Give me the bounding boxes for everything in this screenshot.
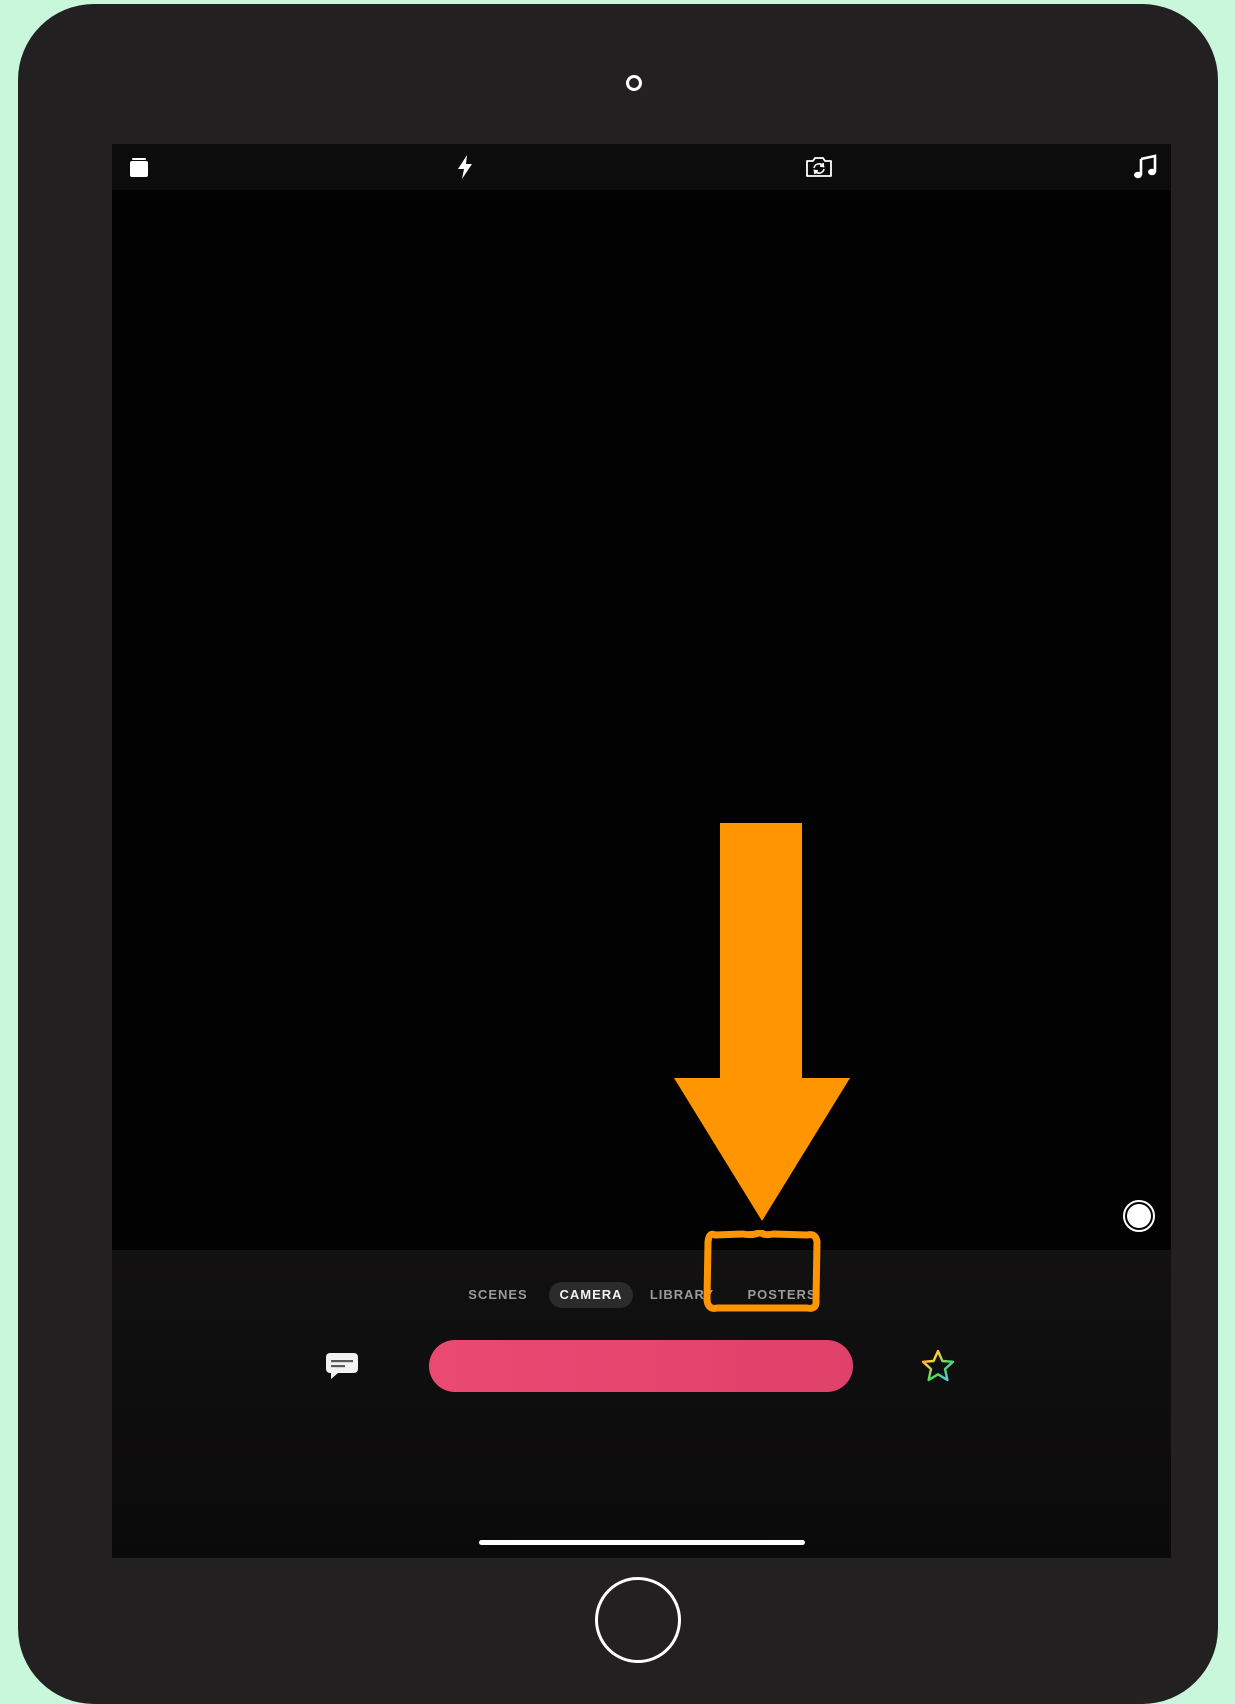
square-stack-icon[interactable] <box>124 153 154 181</box>
rainbow-star-icon[interactable] <box>920 1348 956 1384</box>
flash-icon[interactable] <box>450 153 480 181</box>
camera-viewfinder[interactable] <box>112 190 1171 1250</box>
annotation-arrow-icon <box>674 823 850 1221</box>
home-indicator[interactable] <box>479 1540 805 1545</box>
ipad-device: SCENES CAMERA LIBRARY POSTERS <box>18 4 1218 1704</box>
action-row <box>112 1338 1171 1394</box>
bottom-control-panel: SCENES CAMERA LIBRARY POSTERS <box>112 1250 1171 1558</box>
front-camera-lens <box>626 75 642 91</box>
mode-tabs: SCENES CAMERA LIBRARY POSTERS <box>112 1282 1171 1308</box>
home-button[interactable] <box>595 1577 681 1663</box>
music-note-icon[interactable] <box>1130 153 1160 181</box>
tab-camera[interactable]: CAMERA <box>549 1282 633 1308</box>
record-button[interactable] <box>429 1340 853 1392</box>
top-toolbar <box>112 144 1171 190</box>
tab-scenes[interactable]: SCENES <box>451 1282 545 1308</box>
caption-bubble-icon[interactable] <box>324 1348 360 1384</box>
shutter-toggle-button[interactable] <box>1123 1200 1155 1232</box>
annotation-highlight-box <box>703 1230 821 1312</box>
shutter-dot-icon <box>1127 1204 1151 1228</box>
app-screen: SCENES CAMERA LIBRARY POSTERS <box>112 144 1171 1558</box>
flip-camera-icon[interactable] <box>804 153 834 181</box>
